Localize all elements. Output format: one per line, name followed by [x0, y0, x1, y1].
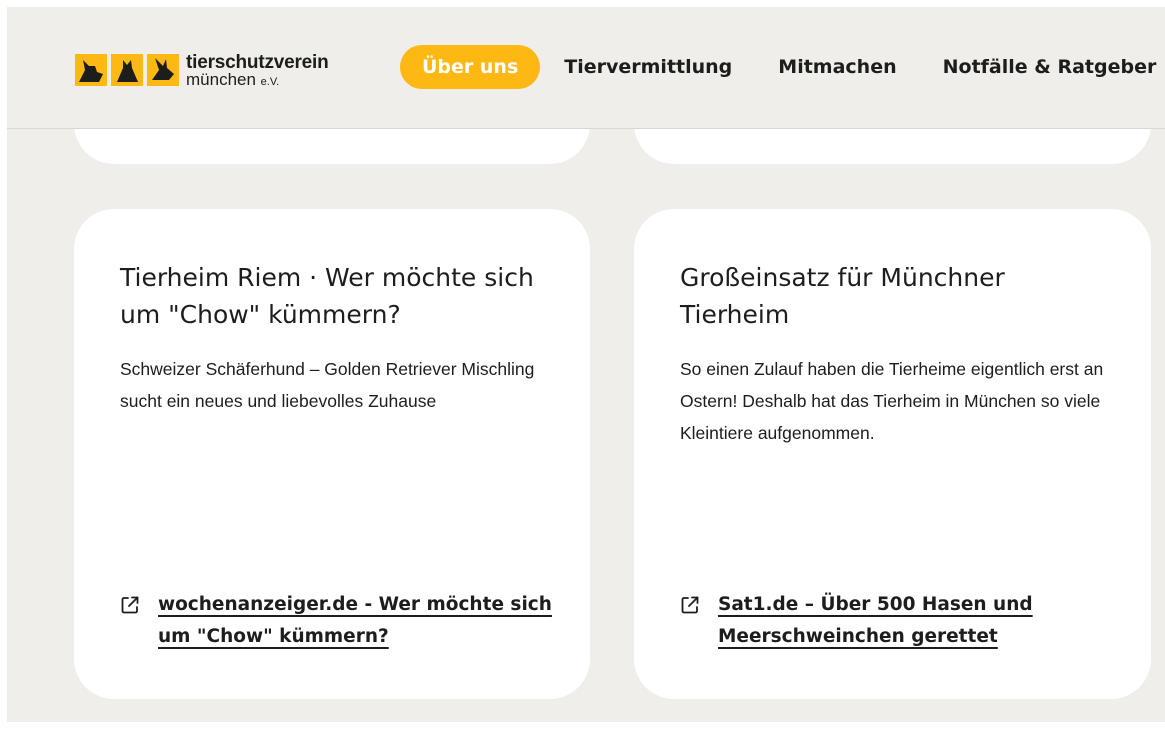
logo-icons: [75, 54, 179, 86]
main-nav: Über uns Tiervermittlung Mitmachen Notfä…: [400, 45, 1156, 89]
nav-item-tiervermittlung[interactable]: Tiervermittlung: [564, 56, 732, 78]
external-link-icon: [121, 596, 139, 614]
logo-city: münchen e.V.: [186, 71, 329, 88]
card-link-text[interactable]: wochenanzeiger.de - Wer möchte sich um "…: [158, 589, 560, 653]
dog-icon: [75, 54, 107, 86]
card-title: Tierheim Riem · Wer möchte sich um "Chow…: [120, 263, 534, 329]
card-external-link[interactable]: wochenanzeiger.de - Wer möchte sich um "…: [120, 589, 560, 653]
nav-item-ueber-uns[interactable]: Über uns: [400, 45, 541, 89]
cat-icon: [111, 54, 143, 86]
news-card: Großeinsatz für Münchner Tierheim So ein…: [634, 209, 1151, 699]
nav-item-mitmachen[interactable]: Mitmachen: [778, 56, 896, 78]
logo-city-name: münchen: [186, 69, 256, 89]
rabbit-icon: [147, 54, 179, 86]
news-card: Tierheim Riem · Wer möchte sich um "Chow…: [74, 209, 590, 699]
card-external-link[interactable]: Sat1.de – Über 500 Hasen und Meerschwein…: [680, 589, 1120, 653]
page: tierschutzverein münchen e.V. Über uns T…: [7, 7, 1165, 722]
logo-text: tierschutzverein münchen e.V.: [186, 53, 329, 88]
card-description: So einen Zulauf haben die Tierheime eige…: [680, 359, 1104, 443]
logo-suffix: e.V.: [260, 75, 280, 88]
external-link-icon: [681, 596, 699, 614]
card-title: Großeinsatz für Münchner Tierheim: [680, 263, 1005, 329]
site-header: tierschutzverein münchen e.V. Über uns T…: [7, 7, 1165, 129]
card-description: Schweizer Schäferhund – Golden Retriever…: [120, 359, 535, 411]
card-link-text[interactable]: Sat1.de – Über 500 Hasen und Meerschwein…: [718, 589, 1120, 653]
nav-item-notfaelle-ratgeber[interactable]: Notfälle & Ratgeber: [943, 56, 1157, 78]
site-logo[interactable]: tierschutzverein münchen e.V.: [75, 50, 329, 90]
